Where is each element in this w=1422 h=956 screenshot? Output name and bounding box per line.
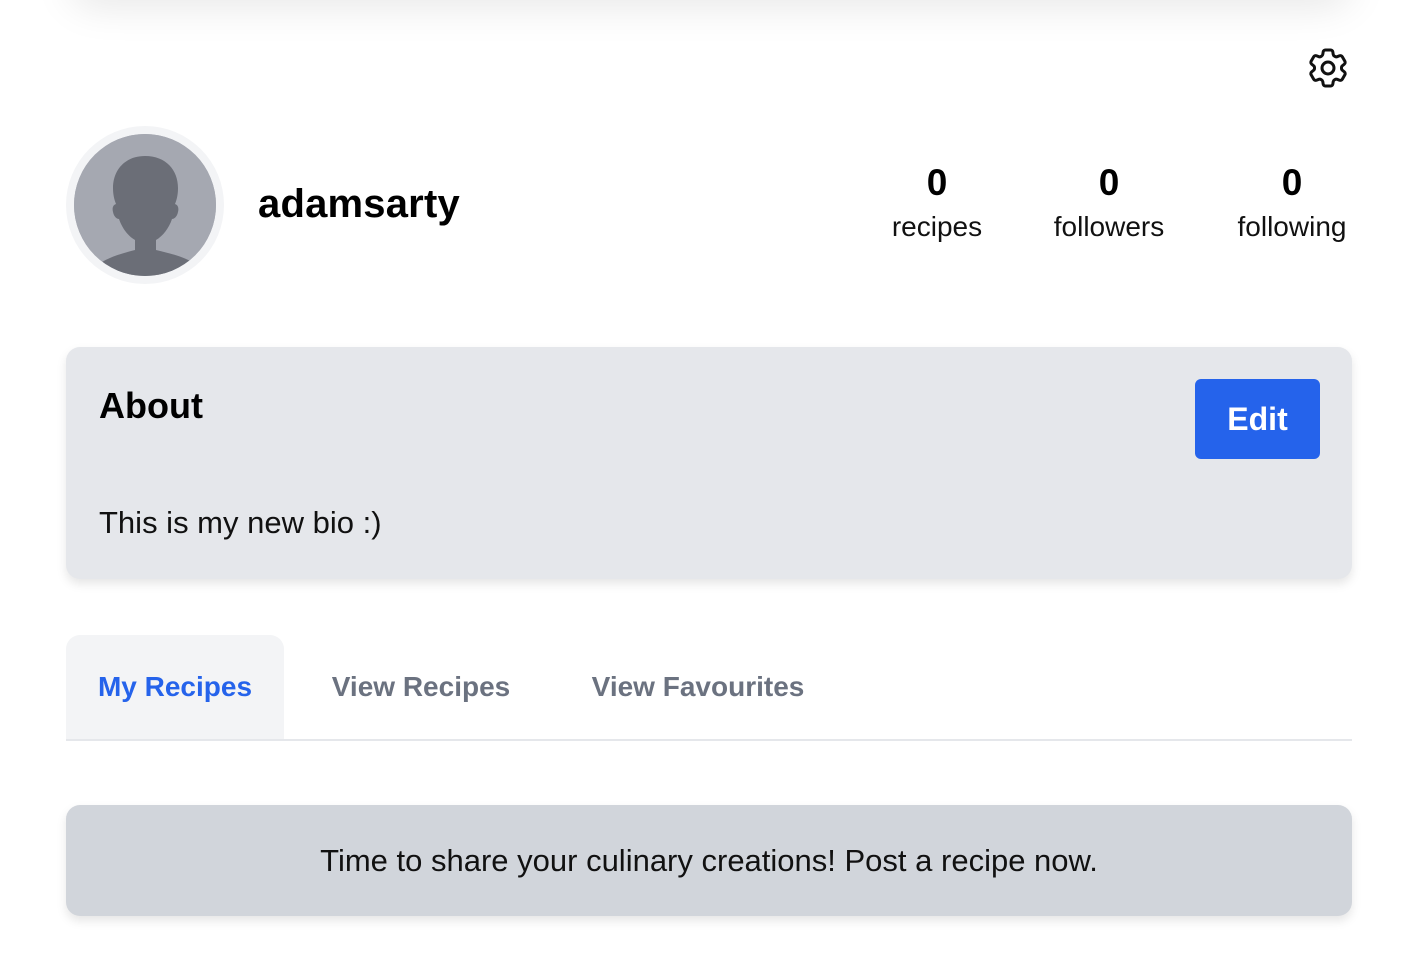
avatar-image: [74, 134, 216, 276]
username: adamsarty: [258, 182, 460, 226]
stat-recipes[interactable]: 0 recipes: [876, 162, 998, 244]
about-title: About: [99, 385, 203, 426]
profile-header: adamsarty 0 recipes 0 followers 0 follow…: [66, 126, 1352, 284]
stat-followers-label: followers: [1053, 211, 1165, 242]
stat-recipes-count: 0: [926, 162, 948, 203]
tab-view-recipes[interactable]: View Recipes: [318, 635, 524, 739]
about-card: About Edit This is my new bio :): [66, 347, 1352, 579]
stat-following-count: 0: [1281, 162, 1303, 203]
gear-icon: [1304, 44, 1352, 97]
bio-text: This is my new bio :): [99, 505, 382, 540]
edit-bio-button[interactable]: Edit: [1195, 379, 1320, 459]
stat-following[interactable]: 0 following: [1226, 162, 1358, 244]
empty-recipes-message: Time to share your culinary creations! P…: [320, 842, 1098, 878]
tab-view-favourites[interactable]: View Favourites: [576, 635, 820, 739]
tab-my-recipes[interactable]: My Recipes: [66, 635, 284, 739]
default-user-silhouette-icon: [74, 134, 216, 276]
stat-followers-count: 0: [1098, 162, 1120, 203]
stat-following-label: following: [1237, 211, 1347, 242]
settings-button[interactable]: [1302, 44, 1354, 96]
profile-page: adamsarty 0 recipes 0 followers 0 follow…: [0, 0, 1422, 956]
profile-tabs: My Recipes View Recipes View Favourites: [66, 635, 1352, 741]
empty-recipes-banner: Time to share your culinary creations! P…: [66, 805, 1352, 916]
stat-followers[interactable]: 0 followers: [1044, 162, 1174, 244]
avatar: [66, 126, 224, 284]
stat-recipes-label: recipes: [891, 211, 983, 242]
